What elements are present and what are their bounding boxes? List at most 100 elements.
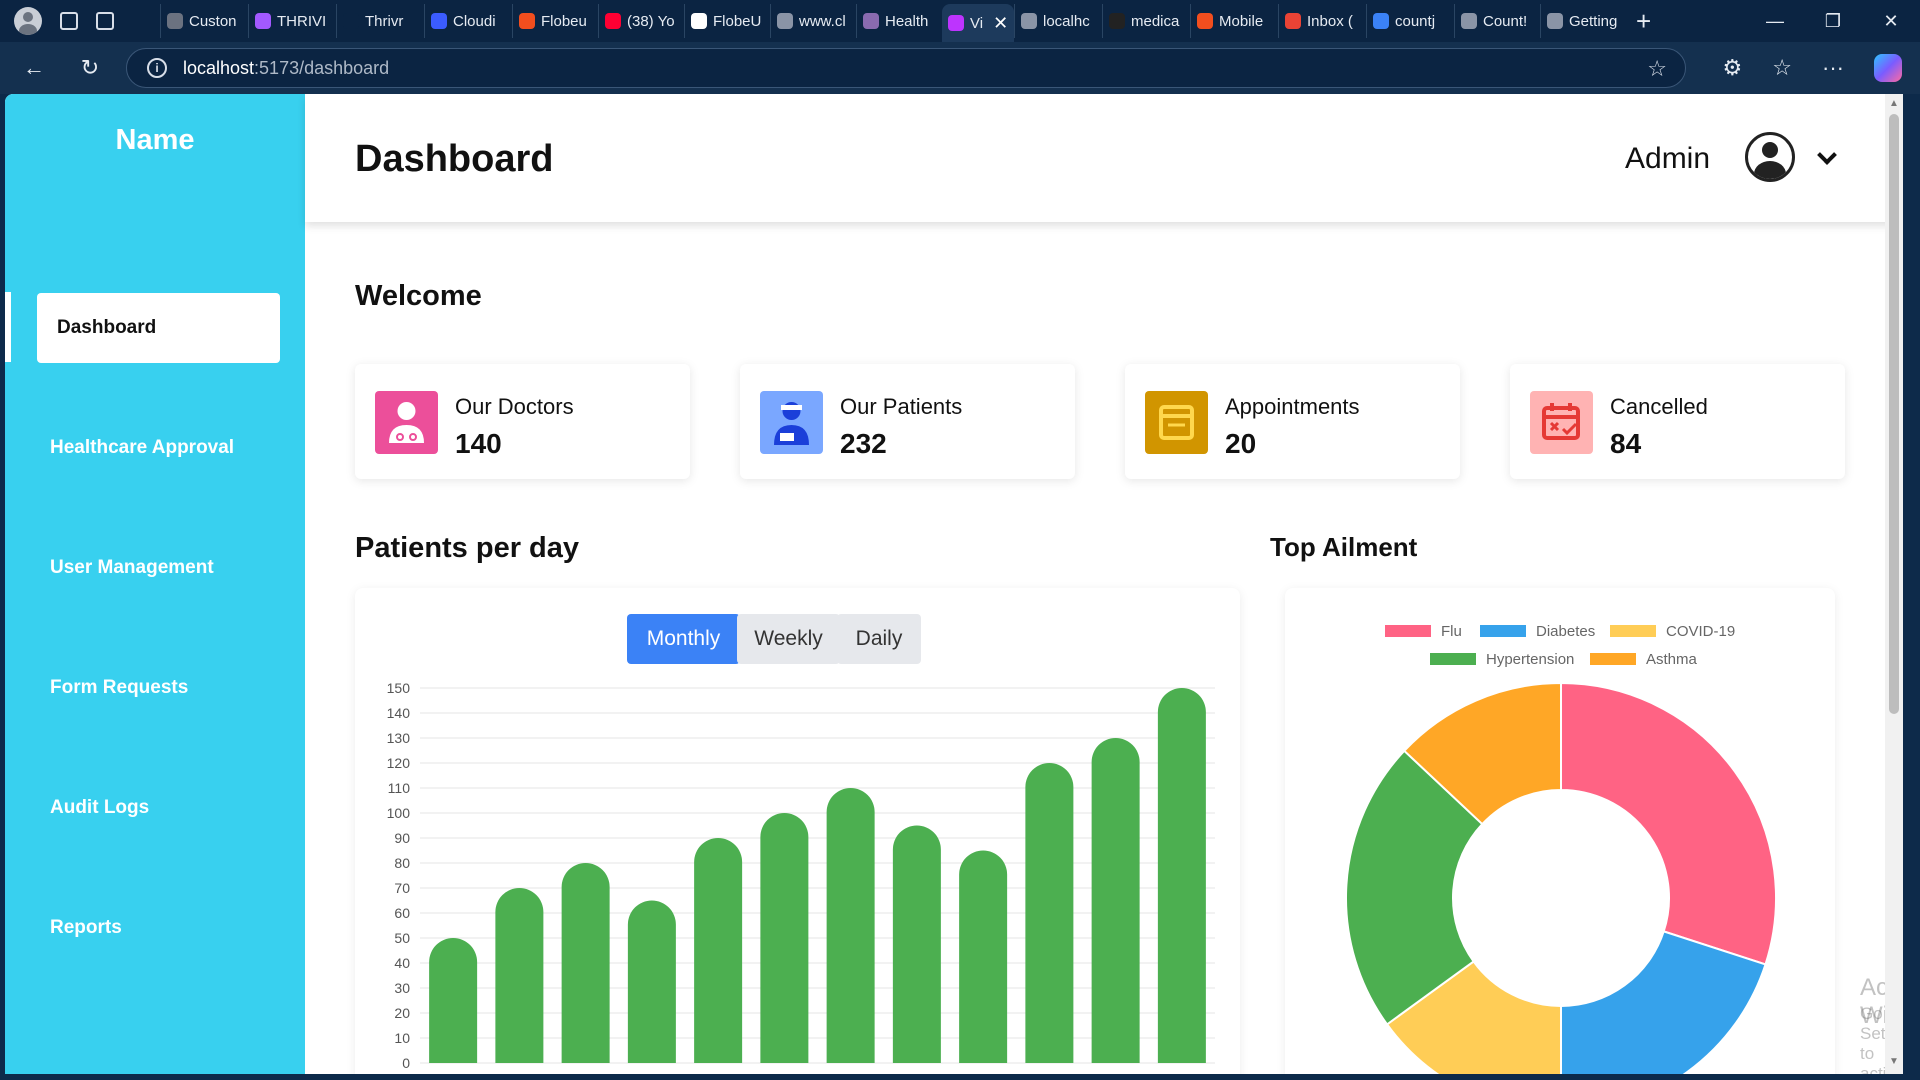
profile-avatar[interactable] [14,7,42,35]
browser-tab[interactable]: Getting [1540,4,1626,38]
tab-label: Inbox ( [1307,12,1353,30]
tab-favicon-icon [863,13,879,29]
browser-tab[interactable]: Thrivr [336,4,424,38]
browser-tab[interactable]: Cloudi [424,4,512,38]
workspaces-icon[interactable] [60,12,78,30]
donut-slice [1560,681,1777,966]
user-avatar-icon[interactable] [1745,132,1795,182]
page-viewport: Name Dashboard Healthcare Approval User … [5,94,1903,1074]
bar [760,813,809,1063]
tab-bar-left [0,7,160,35]
browser-tab[interactable]: Count! [1454,4,1540,38]
main-content: Dashboard Admin Welcome Our Doctors 140 … [305,94,1903,1074]
y-tick-label: 20 [394,1005,410,1021]
browser-tab[interactable]: Vi ✕ [942,4,1014,42]
legend-swatch [1590,653,1636,665]
y-tick-label: 10 [394,1030,410,1046]
page-title: Dashboard [355,138,554,180]
doctor-icon [375,391,438,454]
scrollbar-thumb[interactable] [1889,114,1899,714]
y-tick-label: 40 [394,955,410,971]
browser-tab[interactable]: www.cl [770,4,856,38]
legend-swatch [1610,625,1656,637]
sidebar-item-form-requests[interactable]: Form Requests [50,677,188,699]
browser-tab[interactable]: (38) Yo [598,4,684,38]
close-window-icon[interactable]: ✕ [1862,11,1920,32]
minimize-icon[interactable]: — [1746,11,1804,32]
tab-label: medica [1131,12,1180,30]
browser-tab[interactable]: Flobeu [512,4,598,38]
browser-tab[interactable]: THRIVI [248,4,336,38]
browser-tab[interactable]: FlobeU [684,4,770,38]
legend-label: Flu [1441,623,1462,640]
tab-favicon-icon [255,13,271,29]
tab-favicon-icon [1373,13,1389,29]
stat-card-appointments[interactable]: Appointments 20 [1125,364,1460,479]
tab-actions-icon[interactable] [96,12,114,30]
site-info-icon[interactable]: i [147,58,167,78]
bar [495,888,544,1063]
bar [1157,688,1206,1063]
copilot-icon[interactable] [1874,54,1902,82]
tab-favicon-icon [431,13,447,29]
sidebar-item-healthcare-approval[interactable]: Healthcare Approval [50,437,234,459]
calendar-cancel-icon [1530,391,1593,454]
y-tick-label: 140 [387,705,411,721]
tab-label: Custon [189,12,237,30]
patients-bar-chart: 0 10 20 30 40 50 60 70 80 90 100 110 120 130 140 150 [387,680,1215,1071]
legend-label: Diabetes [1536,623,1595,640]
legend-swatch [1385,625,1431,637]
favorite-star-icon[interactable]: ☆ [1647,56,1667,82]
favorites-icon[interactable]: ☆ [1772,55,1792,81]
scroll-down-icon[interactable]: ▼ [1889,1056,1899,1067]
chevron-down-icon[interactable] [1817,145,1837,165]
stat-card-doctors[interactable]: Our Doctors 140 [355,364,690,479]
new-tab-button[interactable]: + [1636,6,1651,37]
tab-favicon-icon [1285,13,1301,29]
y-tick-label: 90 [394,830,410,846]
y-tick-label: 100 [387,805,411,821]
browser-tab[interactable]: Mobile [1190,4,1278,38]
tab-label: Getting [1569,12,1618,30]
y-tick-label: 80 [394,855,410,871]
browser-tab-bar: Custon THRIVI Thrivr Cloudi Flobeu (38) Yo Flo… [0,0,1920,42]
tab-label: Count! [1483,12,1528,30]
tab-favicon-icon [691,13,707,29]
url-text[interactable]: localhost:5173/dashboard [183,58,389,79]
tab-favicon-icon [167,13,183,29]
sidebar-item-audit-logs[interactable]: Audit Logs [50,797,149,819]
more-menu-icon[interactable]: ··· [1822,55,1844,81]
sidebar-item-user-management[interactable]: User Management [50,557,214,579]
browser-tab[interactable]: Inbox ( [1278,4,1366,38]
browser-tab[interactable]: Custon [160,4,248,38]
url-input[interactable]: i localhost:5173/dashboard ☆ [126,48,1686,88]
window-controls: — ❐ ✕ [1746,0,1920,42]
stat-card-cancelled[interactable]: Cancelled 84 [1510,364,1845,479]
refresh-icon[interactable]: ↻ [62,55,118,81]
page-scrollbar[interactable]: ▲ ▼ [1885,94,1903,1074]
browser-tab[interactable]: Health [856,4,942,38]
restore-icon[interactable]: ❐ [1804,11,1862,32]
back-icon[interactable]: ← [6,55,62,81]
stat-card-patients[interactable]: Our Patients 232 [740,364,1075,479]
user-name[interactable]: Admin [1625,142,1710,176]
y-tick-label: 70 [394,880,410,896]
extensions-icon[interactable]: ⚙ [1723,55,1743,81]
scroll-up-icon[interactable]: ▲ [1889,98,1899,109]
sidebar-item-dashboard[interactable]: Dashboard [37,293,280,363]
close-tab-icon[interactable]: ✕ [993,13,1008,34]
browser-tab[interactable]: localhc [1014,4,1102,38]
active-indicator [5,292,11,362]
legend-swatch [1430,653,1476,665]
sidebar-item-reports[interactable]: Reports [50,917,122,939]
browser-tab[interactable]: countj [1366,4,1454,38]
tab-label: Mobile [1219,12,1264,30]
legend-label: Asthma [1646,651,1698,668]
y-tick-label: 0 [402,1055,410,1071]
y-tick-label: 60 [394,905,410,921]
bar [826,788,875,1063]
ailment-chart-card: Flu Diabetes COVID-19 Hypertension Asthma [1285,588,1835,1074]
y-tick-label: 150 [387,680,411,696]
tab-label: THRIVI [277,12,327,30]
browser-tab[interactable]: medica [1102,4,1190,38]
